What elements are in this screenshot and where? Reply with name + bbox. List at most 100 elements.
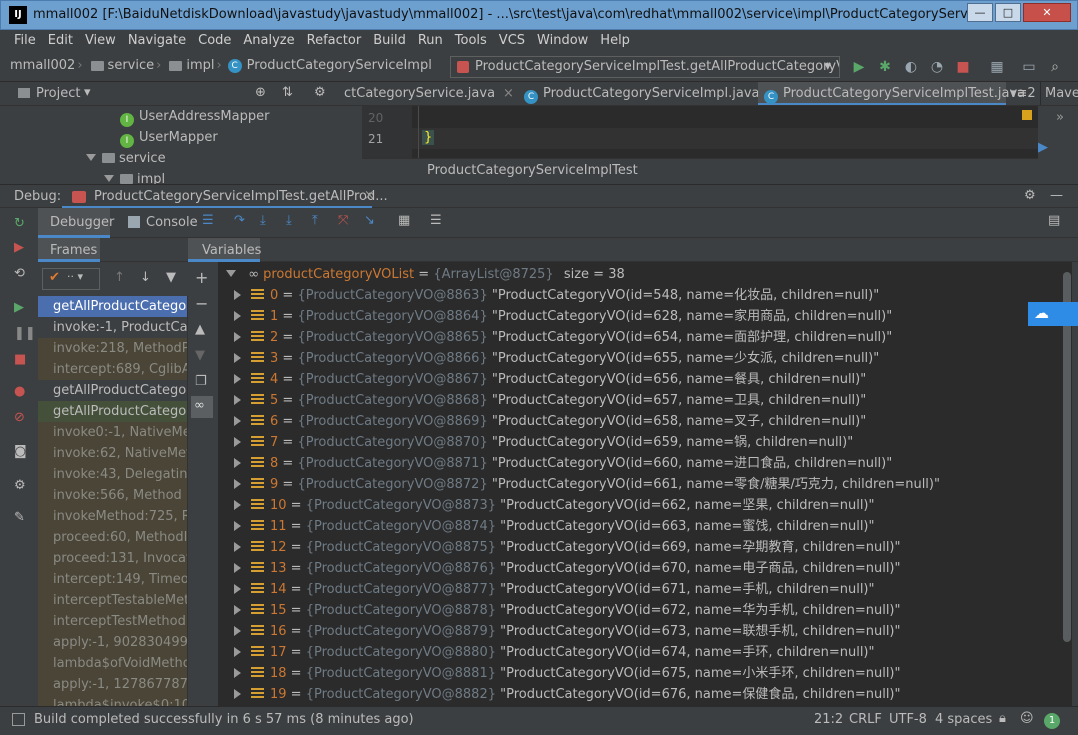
tree-item[interactable]: I UserMapper	[120, 130, 218, 148]
tool-window-toggle-icon[interactable]	[12, 713, 25, 726]
expand-arrow-icon[interactable]	[234, 458, 241, 468]
expand-arrow-icon[interactable]	[234, 416, 241, 426]
expand-arrow-icon[interactable]	[234, 332, 241, 342]
stack-frame[interactable]: proceed:131, InvocationInterceptorChain	[38, 548, 187, 569]
stack-frame[interactable]: invokeMethod:725, ReflectionUtils	[38, 506, 187, 527]
code-editor[interactable]: 20 21 } ProductCategoryServiceImplTest	[362, 106, 1038, 184]
debug-session-tab[interactable]: ProductCategoryServiceImplTest.getAllPro…	[94, 189, 388, 204]
caret-position[interactable]: 21:2	[814, 712, 843, 727]
restart-icon[interactable]: ⟲	[14, 266, 25, 281]
add-watch-icon[interactable]: +	[195, 268, 208, 287]
remove-watch-icon[interactable]: −	[195, 294, 208, 313]
expand-arrow-icon[interactable]	[234, 437, 241, 447]
editor-breadcrumb[interactable]: ProductCategoryServiceImplTest	[427, 163, 638, 178]
stack-frame[interactable]: getAllProductCategoryVO	[38, 401, 187, 422]
chevron-down-icon[interactable]: ▾	[84, 85, 91, 100]
variable-row[interactable]: 18 = {ProductCategoryVO@8881} "ProductCa…	[218, 663, 1064, 684]
variables-scrollbar[interactable]	[1062, 262, 1072, 706]
warning-marker-icon[interactable]	[1022, 110, 1032, 120]
maximize-button[interactable]: □	[995, 3, 1021, 22]
breadcrumb-impl[interactable]: impl	[186, 58, 214, 73]
stack-frame[interactable]: invoke:218, MethodProxy	[38, 338, 187, 359]
menu-item-code[interactable]: Code	[192, 30, 237, 52]
coverage-icon[interactable]: ◐	[902, 58, 920, 76]
baidu-netdisk-badge[interactable]: ☁	[1028, 302, 1078, 326]
copy-icon[interactable]: ❐	[195, 374, 207, 389]
stack-frame[interactable]: proceed:60, MethodInvocation	[38, 527, 187, 548]
notifications-badge[interactable]: 1	[1044, 713, 1060, 729]
layout-icon[interactable]: ▤	[1048, 213, 1060, 228]
variable-row[interactable]: 15 = {ProductCategoryVO@8878} "ProductCa…	[218, 600, 1064, 621]
menu-item-file[interactable]: File	[8, 30, 42, 52]
close-button[interactable]: ✕	[1023, 3, 1071, 22]
debug-icon[interactable]: ✱	[876, 58, 894, 76]
variable-row[interactable]: 11 = {ProductCategoryVO@8874} "ProductCa…	[218, 516, 1064, 537]
variable-row[interactable]: 19 = {ProductCategoryVO@8882} "ProductCa…	[218, 684, 1064, 705]
stack-frame[interactable]: lambda$ofVoidMethod	[38, 653, 187, 674]
tab-debugger[interactable]: Debugger	[38, 208, 114, 238]
expand-arrow-icon[interactable]	[234, 353, 241, 363]
variable-row[interactable]: 17 = {ProductCategoryVO@8880} "ProductCa…	[218, 642, 1064, 663]
expand-arrow-icon[interactable]	[234, 626, 241, 636]
breadcrumb-class[interactable]: ProductCategoryServiceImpl	[247, 58, 432, 73]
move-down-icon[interactable]: ▼	[195, 348, 205, 363]
file-encoding[interactable]: UTF-8	[889, 712, 927, 727]
variable-row[interactable]: 10 = {ProductCategoryVO@8873} "ProductCa…	[218, 495, 1064, 516]
line-separator[interactable]: CRLF	[849, 712, 882, 727]
drop-frame-icon[interactable]: ⤧	[338, 213, 348, 228]
search-icon[interactable]: ⌕	[1046, 58, 1064, 76]
menu-item-edit[interactable]: Edit	[42, 30, 79, 52]
expand-arrow-icon[interactable]	[234, 521, 241, 531]
close-icon[interactable]: ×	[503, 86, 514, 101]
project-structure-icon[interactable]: ▦	[988, 58, 1006, 76]
tab-category-service[interactable]: ctCategoryService.java ×	[340, 82, 514, 105]
stack-frame[interactable]: invoke:62, NativeMethodAccessorImpl	[38, 443, 187, 464]
expand-arrow-icon[interactable]	[234, 605, 241, 615]
breadcrumb-service[interactable]: service	[108, 58, 155, 73]
resume-icon[interactable]: ▶	[14, 300, 24, 315]
filter-icon[interactable]: ▼	[166, 270, 176, 285]
root-variable-row[interactable]: ∞ productCategoryVOList = {ArrayList@8725…	[218, 264, 1064, 285]
arrow-up-icon[interactable]: ↑	[114, 270, 125, 285]
variable-row[interactable]: 13 = {ProductCategoryVO@8876} "ProductCa…	[218, 558, 1064, 579]
step-out-icon[interactable]: ⤒	[312, 213, 318, 228]
maven-tool-tab[interactable]: Mave	[1040, 82, 1078, 105]
expand-arrow-icon[interactable]	[234, 290, 241, 300]
scroll-thumb[interactable]	[1063, 272, 1071, 642]
variable-row[interactable]: 1 = {ProductCategoryVO@8864} "ProductCat…	[218, 306, 1064, 327]
stack-frame[interactable]: getAllProductCategoryVO	[38, 296, 187, 317]
expand-arrow-icon[interactable]	[234, 500, 241, 510]
gear-icon[interactable]: ⚙	[1024, 188, 1036, 203]
indent-setting[interactable]: 4 spaces	[935, 712, 992, 727]
stack-frame[interactable]: apply:-1, 902830499 (org.junit)	[38, 632, 187, 653]
play-gutter-icon[interactable]: ▶	[1038, 140, 1048, 155]
expand-arrow-icon[interactable]	[234, 668, 241, 678]
collapse-icon[interactable]: ⇅	[282, 85, 293, 100]
menu-item-tools[interactable]: Tools	[449, 30, 493, 52]
gear-icon[interactable]: ⚙	[314, 85, 326, 100]
minimize-panel-icon[interactable]: —	[1050, 188, 1063, 203]
force-step-into-icon[interactable]: ⤓	[286, 213, 292, 228]
step-over-icon[interactable]: ↷	[234, 213, 245, 228]
stack-frame[interactable]: interceptTestableMethod	[38, 590, 187, 611]
show-execution-point-icon[interactable]: ☰	[202, 213, 214, 228]
locate-icon[interactable]: ⊕	[255, 85, 266, 100]
menu-item-build[interactable]: Build	[367, 30, 412, 52]
run-to-cursor-icon[interactable]: ↘	[364, 213, 375, 228]
stack-frame[interactable]: lambda$invoke$0:105	[38, 695, 187, 706]
mute-breakpoints-icon[interactable]: ⊘	[14, 410, 25, 425]
stop-icon[interactable]: ■	[954, 58, 972, 76]
tree-item[interactable]: service	[86, 151, 166, 166]
step-into-icon[interactable]: ⤓	[260, 213, 266, 228]
gear-icon[interactable]: ⚙	[14, 478, 26, 493]
camera-icon[interactable]: ◙	[14, 444, 27, 459]
variable-row[interactable]: 14 = {ProductCategoryVO@8877} "ProductCa…	[218, 579, 1064, 600]
pause-icon[interactable]: ❚❚	[14, 326, 36, 341]
evaluate-expression-icon[interactable]: ▦	[398, 213, 410, 228]
expand-arrow-icon[interactable]	[234, 479, 241, 489]
variable-row[interactable]: 7 = {ProductCategoryVO@8870} "ProductCat…	[218, 432, 1064, 453]
expand-arrow-icon[interactable]	[234, 311, 241, 321]
view-breakpoints-icon[interactable]: ●	[14, 384, 25, 399]
chevron-right-icon[interactable]: »	[1056, 110, 1064, 125]
stack-frame[interactable]: invoke:566, Method (java.lang.reflect)	[38, 485, 187, 506]
